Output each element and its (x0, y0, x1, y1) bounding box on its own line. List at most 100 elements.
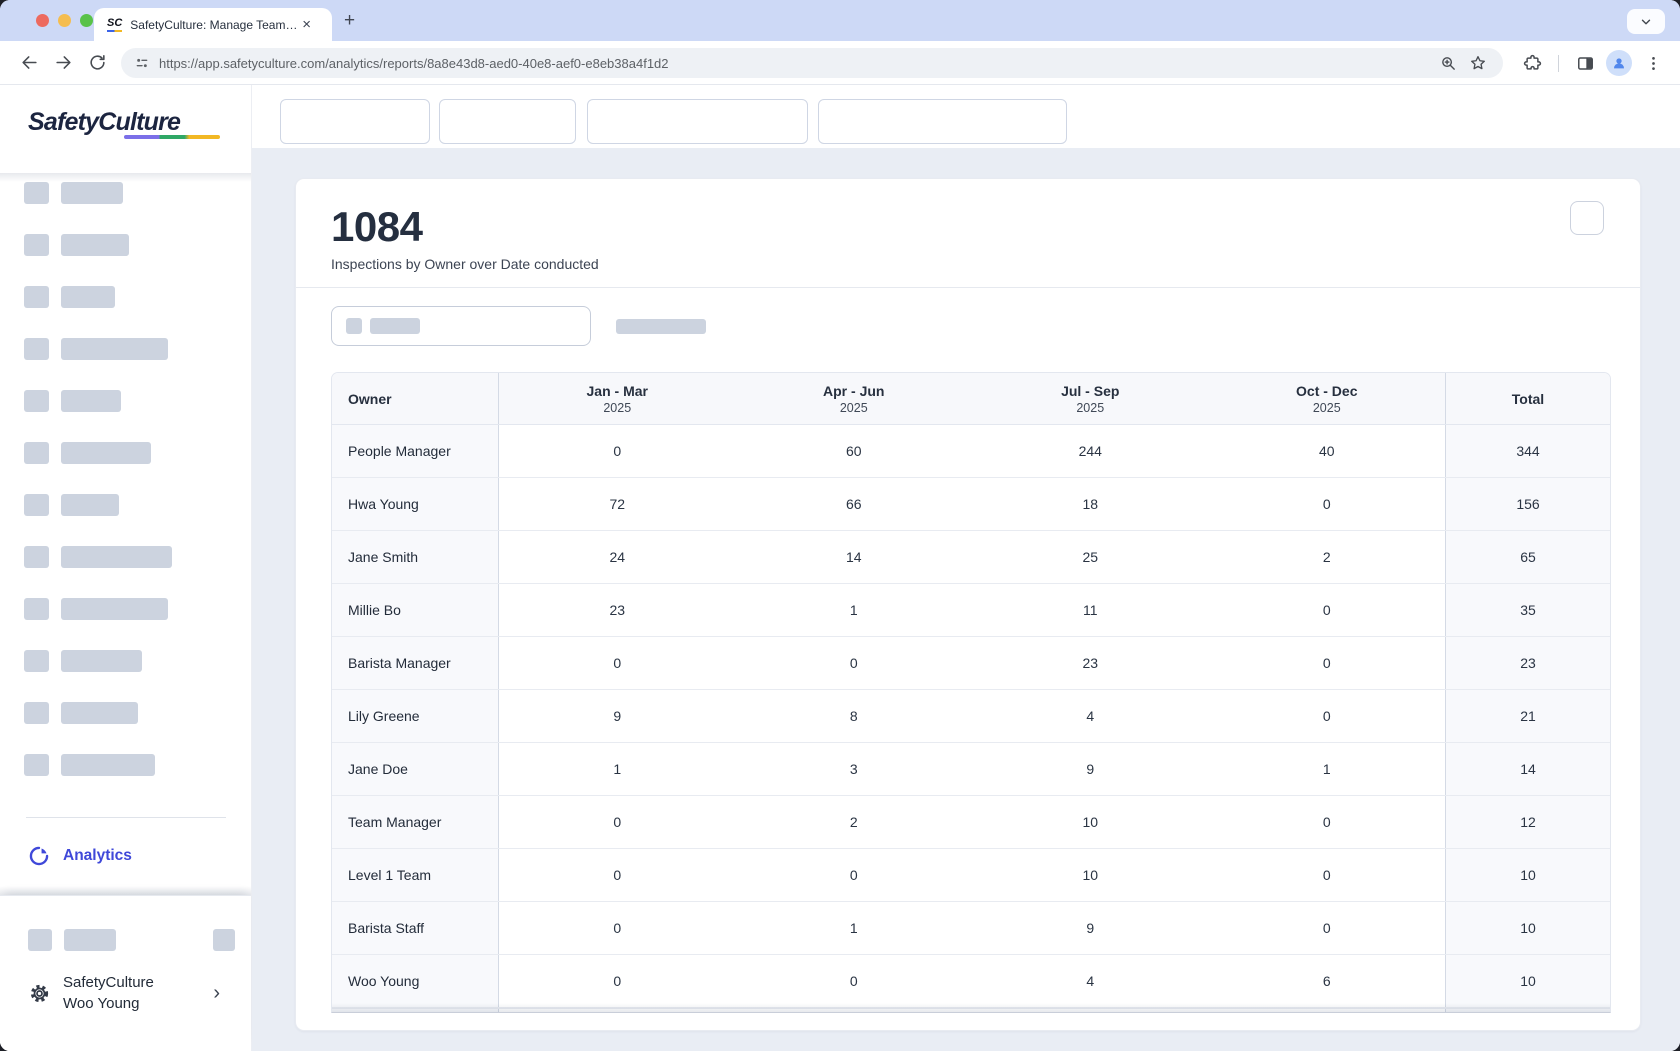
browser-tab[interactable]: SC SafetyCulture: Manage Teams and... × (94, 8, 332, 41)
column-header-owner[interactable]: Owner (332, 373, 499, 424)
fullscreen-window-button[interactable] (80, 14, 93, 27)
owner-cell: Woo Young (332, 955, 499, 1007)
table-row: People Manager06024440344 (332, 425, 1610, 478)
table-row: Barista Manager0023023 (332, 637, 1610, 690)
nav-skeleton-item (24, 442, 151, 464)
nav-skeleton-item (24, 286, 115, 308)
value-cell (1209, 1009, 1446, 1013)
browser-toolbar: https://app.safetyculture.com/analytics/… (0, 41, 1680, 85)
back-button[interactable] (12, 46, 46, 80)
value-cell: 1 (736, 584, 973, 636)
nav-skeleton-item (24, 650, 142, 672)
value-cell: 0 (499, 955, 736, 1007)
value-cell: 40 (1209, 425, 1446, 477)
table-row: Hwa Young7266180156 (332, 478, 1610, 531)
total-cell: 156 (1445, 478, 1610, 530)
nav-skeleton-item (24, 702, 138, 724)
value-cell: 60 (736, 425, 973, 477)
value-cell: 0 (1209, 849, 1446, 901)
value-cell: 3 (736, 743, 973, 795)
value-cell: 0 (1209, 690, 1446, 742)
table-row-clipped (332, 1008, 1610, 1013)
filter-chip[interactable] (587, 99, 808, 144)
zoom-button[interactable] (1433, 48, 1463, 78)
value-cell (499, 1009, 736, 1013)
url-text[interactable]: https://app.safetyculture.com/analytics/… (159, 56, 1433, 71)
sidebar-item-analytics[interactable]: Analytics (28, 845, 132, 867)
value-cell: 8 (736, 690, 973, 742)
minimize-window-button[interactable] (58, 14, 71, 27)
value-cell: 0 (1209, 902, 1446, 954)
nav-skeleton-item (24, 182, 123, 204)
column-header-q1[interactable]: Jan - Mar 2025 (499, 373, 736, 424)
value-cell: 6 (1209, 955, 1446, 1007)
table-header-row: Owner Jan - Mar 2025 Apr - Jun 2025 (332, 373, 1610, 425)
address-bar[interactable]: https://app.safetyculture.com/analytics/… (121, 48, 1503, 78)
pie-chart-icon (28, 845, 50, 867)
value-cell: 4 (972, 955, 1209, 1007)
filter-chip[interactable] (439, 99, 576, 144)
search-input[interactable] (331, 306, 591, 346)
value-cell: 1 (499, 743, 736, 795)
side-panel-icon[interactable] (1568, 46, 1602, 80)
gear-icon (28, 982, 51, 1005)
column-header-total[interactable]: Total (1445, 373, 1610, 424)
filter-chip[interactable] (280, 99, 430, 144)
value-cell: 23 (499, 584, 736, 636)
column-header-q2[interactable]: Apr - Jun 2025 (736, 373, 973, 424)
report-card: 1084 Inspections by Owner over Date cond… (295, 178, 1641, 1031)
main-area: 1084 Inspections by Owner over Date cond… (252, 85, 1680, 1051)
scroll-shadow-bottom (0, 886, 251, 895)
report-canvas: 1084 Inspections by Owner over Date cond… (252, 148, 1680, 1051)
browser-window: SC SafetyCulture: Manage Teams and... × … (0, 0, 1680, 1051)
metric-subtitle: Inspections by Owner over Date conducted (331, 256, 1608, 272)
logo-underline (124, 135, 220, 139)
site-info-icon[interactable] (134, 55, 150, 71)
value-cell: 10 (972, 796, 1209, 848)
sidebar-divider (26, 817, 226, 818)
value-cell: 9 (972, 902, 1209, 954)
org-switcher[interactable]: SafetyCulture Woo Young › (28, 972, 228, 1014)
nav-skeleton-item (24, 754, 155, 776)
value-cell: 10 (972, 849, 1209, 901)
column-header-q3[interactable]: Jul - Sep 2025 (972, 373, 1209, 424)
reload-button[interactable] (80, 46, 114, 80)
new-tab-button[interactable]: + (344, 10, 355, 32)
total-cell (1445, 1009, 1610, 1013)
nav-skeleton-item (24, 494, 119, 516)
table-row: Jane Doe139114 (332, 743, 1610, 796)
table-row: Woo Young004610 (332, 955, 1610, 1008)
footer-skeleton-item (28, 929, 116, 951)
value-cell: 0 (1209, 478, 1446, 530)
extensions-icon[interactable] (1515, 46, 1549, 80)
safetyculture-favicon: SC (107, 17, 122, 32)
column-header-q4[interactable]: Oct - Dec 2025 (1209, 373, 1446, 424)
control-skeleton-bar (616, 319, 706, 334)
owner-cell: Jane Doe (332, 743, 499, 795)
org-user-text: SafetyCulture Woo Young (63, 972, 154, 1014)
value-cell: 9 (499, 690, 736, 742)
person-icon (1611, 55, 1627, 71)
owner-cell: Hwa Young (332, 478, 499, 530)
browser-menu-icon[interactable] (1636, 46, 1670, 80)
profile-avatar[interactable] (1606, 50, 1632, 76)
bookmark-star-icon[interactable] (1463, 48, 1493, 78)
owner-cell: Barista Staff (332, 902, 499, 954)
scroll-shadow-top (0, 173, 251, 182)
tab-title: SafetyCulture: Manage Teams and... (130, 18, 298, 32)
value-cell: 0 (1209, 796, 1446, 848)
forward-button[interactable] (46, 46, 80, 80)
value-cell: 9 (972, 743, 1209, 795)
close-window-button[interactable] (36, 14, 49, 27)
close-tab-icon[interactable]: × (302, 17, 311, 32)
tab-search-button[interactable] (1627, 9, 1665, 34)
value-cell: 0 (1209, 637, 1446, 689)
filter-chip[interactable] (818, 99, 1067, 144)
value-cell: 0 (736, 955, 973, 1007)
chevron-right-icon[interactable]: › (213, 982, 220, 1005)
search-icon (346, 318, 362, 334)
window-controls[interactable] (36, 14, 93, 27)
value-cell: 0 (499, 637, 736, 689)
analytics-label: Analytics (63, 847, 132, 865)
card-action-button[interactable] (1570, 201, 1604, 235)
